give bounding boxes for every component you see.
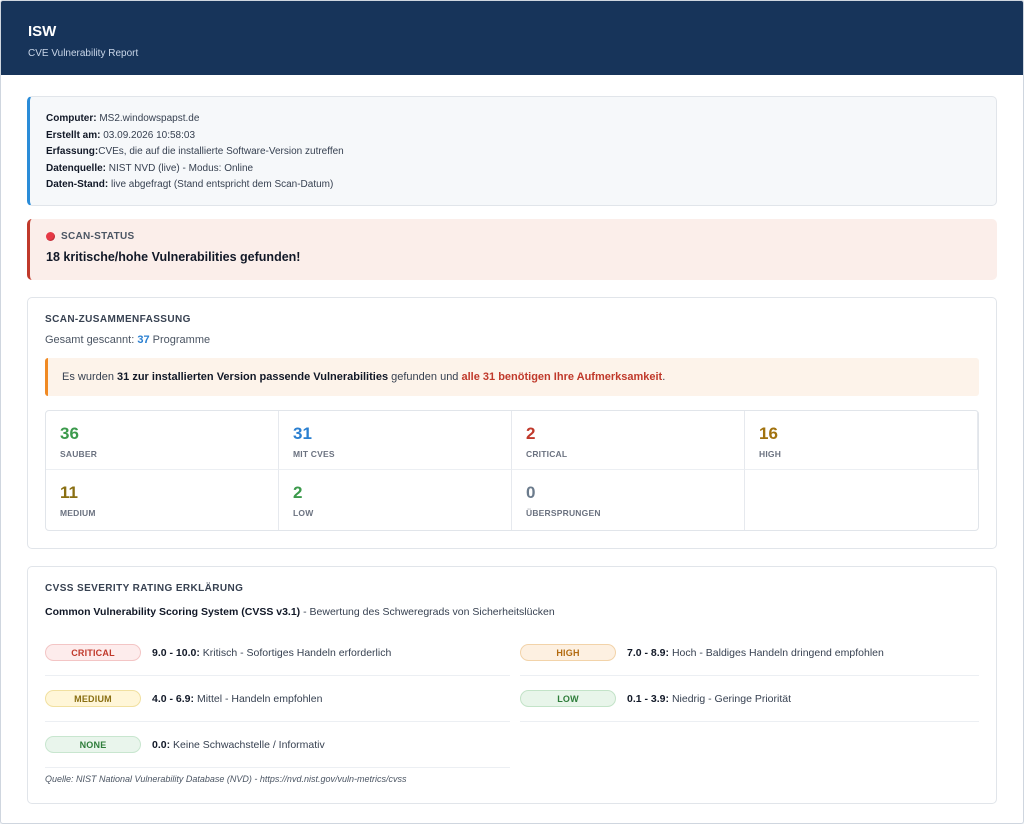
scan-status-heading-row: SCAN-STATUS	[46, 231, 981, 242]
severity-text: Mittel - Handeln empfohlen	[196, 692, 323, 705]
stat-critical: 2 CRITICAL	[512, 411, 745, 470]
state-value: live abgefragt (Stand entspricht dem Sca…	[111, 179, 334, 191]
stats-grid: 36 SAUBER 31 MIT CVES 2 CRITICAL 16 HIGH…	[45, 410, 979, 531]
stat-label: SAUBER	[60, 449, 98, 459]
computer-label: Computer:	[46, 113, 97, 124]
severity-row-medium: MEDIUM 4.0 - 6.9: Mittel - Handeln empfo…	[45, 676, 510, 722]
scan-summary-card: SCAN-ZUSAMMENFASSUNG Gesamt gescannt: 37…	[27, 297, 997, 549]
created-label: Erstellt am:	[46, 129, 101, 141]
status-dot-icon	[46, 232, 55, 241]
report-header: ISW CVE Vulnerability Report	[1, 1, 1023, 75]
cvss-intro-rest: - Bewertung des Schweregrads von Sicherh…	[303, 606, 555, 618]
summary-heading: SCAN-ZUSAMMENFASSUNG	[45, 314, 191, 325]
stat-skipped: 0 ÜBERSPRUNGEN	[512, 470, 745, 530]
created-value: 03.09.2026 10:58:03	[103, 129, 196, 141]
badge-low: LOW	[520, 690, 616, 707]
total-count: 37	[137, 334, 150, 346]
info-created: Erstellt am: 03.09.2026 10:58:03	[46, 128, 980, 145]
badge-medium: MEDIUM	[45, 690, 141, 707]
badge-critical: CRITICAL	[45, 644, 141, 661]
report-info-card: Computer: MS2.windowspapst.de Erstellt a…	[27, 96, 997, 206]
source-label: Datenquelle:	[46, 162, 107, 174]
stat-with-cves: 31 MIT CVES	[279, 411, 512, 470]
badge-none: NONE	[45, 736, 141, 753]
severity-range: 4.0 - 6.9:	[152, 692, 195, 705]
scan-status-card: SCAN-STATUS 18 kritische/hohe Vulnerabil…	[27, 219, 997, 280]
total-suffix: Programme	[152, 334, 211, 346]
source-value: NIST NVD (live) - Modus: Online	[108, 162, 254, 174]
severity-text: Keine Schwachstelle / Informativ	[173, 738, 325, 751]
severity-range: 0.1 - 3.9:	[627, 692, 670, 705]
stat-value: 31	[293, 424, 312, 443]
alert-prefix: Es wurden	[62, 371, 114, 383]
stat-label: HIGH	[759, 449, 782, 459]
total-prefix: Gesamt gescannt:	[45, 334, 135, 346]
alert-end: .	[662, 371, 666, 383]
report-subtitle: CVE Vulnerability Report	[28, 48, 139, 59]
alert-red: alle 31 benötigen Ihre Aufmerksamkeit	[461, 371, 663, 383]
stat-label: MEDIUM	[60, 508, 96, 518]
severity-row-low: LOW 0.1 - 3.9: Niedrig - Geringe Priorit…	[520, 676, 979, 722]
cvss-intro-bold: Common Vulnerability Scoring System (CVS…	[45, 606, 301, 618]
stat-high: 16 HIGH	[745, 411, 978, 470]
info-scope: Erfassung:CVEs, die auf die installierte…	[46, 144, 980, 161]
info-computer: Computer: MS2.windowspapst.de	[46, 111, 980, 128]
stat-value: 11	[60, 483, 78, 502]
badge-high: HIGH	[520, 644, 616, 661]
severity-row-high: HIGH 7.0 - 8.9: Hoch - Baldiges Handeln …	[520, 630, 979, 676]
alert-middle: gefunden und	[391, 371, 459, 383]
stat-label: CRITICAL	[526, 449, 568, 459]
cvss-heading: CVSS SEVERITY RATING ERKLÄRUNG	[45, 583, 244, 594]
stat-empty-cell	[745, 470, 978, 530]
alert-bold: 31 zur installierten Version passende Vu…	[117, 371, 389, 383]
attention-alert: Es wurden 31 zur installierten Version p…	[45, 358, 979, 396]
cvss-card: CVSS SEVERITY RATING ERKLÄRUNG Common Vu…	[27, 566, 997, 804]
stat-label: ÜBERSPRUNGEN	[526, 508, 601, 518]
scope-label: Erfassung:	[46, 146, 99, 158]
cvss-intro: Common Vulnerability Scoring System (CVS…	[45, 606, 979, 618]
info-source: Datenquelle: NIST NVD (live) - Modus: On…	[46, 161, 980, 178]
scope-value: CVEs, die auf die installierte Software-…	[98, 146, 344, 158]
severity-text: Niedrig - Geringe Priorität	[671, 692, 791, 705]
cvss-source-note: Quelle: NIST National Vulnerability Data…	[45, 774, 407, 784]
stat-medium: 11 MEDIUM	[46, 470, 279, 530]
stat-label: LOW	[293, 508, 314, 518]
total-scanned: Gesamt gescannt: 37 Programme	[45, 334, 979, 346]
stat-clean: 36 SAUBER	[46, 411, 279, 470]
severity-range: 0.0:	[152, 738, 171, 751]
stat-value: 16	[759, 424, 778, 443]
severity-row-critical: CRITICAL 9.0 - 10.0: Kritisch - Sofortig…	[45, 630, 510, 676]
stat-label: MIT CVES	[293, 449, 335, 459]
scan-status-heading: SCAN-STATUS	[61, 231, 135, 242]
severity-grid: CRITICAL 9.0 - 10.0: Kritisch - Sofortig…	[45, 630, 979, 768]
report-page: ISW CVE Vulnerability Report Computer: M…	[0, 0, 1024, 824]
severity-range: 9.0 - 10.0:	[152, 646, 200, 659]
severity-row-none: NONE 0.0: Keine Schwachstelle / Informat…	[45, 722, 510, 768]
computer-value: MS2.windowspapst.de	[99, 113, 200, 124]
state-label: Daten-Stand:	[46, 179, 109, 191]
stat-value: 2	[293, 483, 303, 502]
stat-value: 2	[526, 424, 536, 443]
severity-text: Hoch - Baldiges Handeln dringend empfohl…	[671, 646, 884, 659]
info-state: Daten-Stand: live abgefragt (Stand entsp…	[46, 177, 980, 194]
stat-value: 0	[526, 483, 536, 502]
report-title: ISW	[28, 23, 57, 40]
severity-range: 7.0 - 8.9:	[627, 646, 670, 659]
scan-status-message: 18 kritische/hohe Vulnerabilities gefund…	[46, 250, 301, 264]
severity-text: Kritisch - Sofortiges Handeln erforderli…	[202, 646, 392, 659]
stat-value: 36	[60, 424, 79, 443]
stat-low: 2 LOW	[279, 470, 512, 530]
